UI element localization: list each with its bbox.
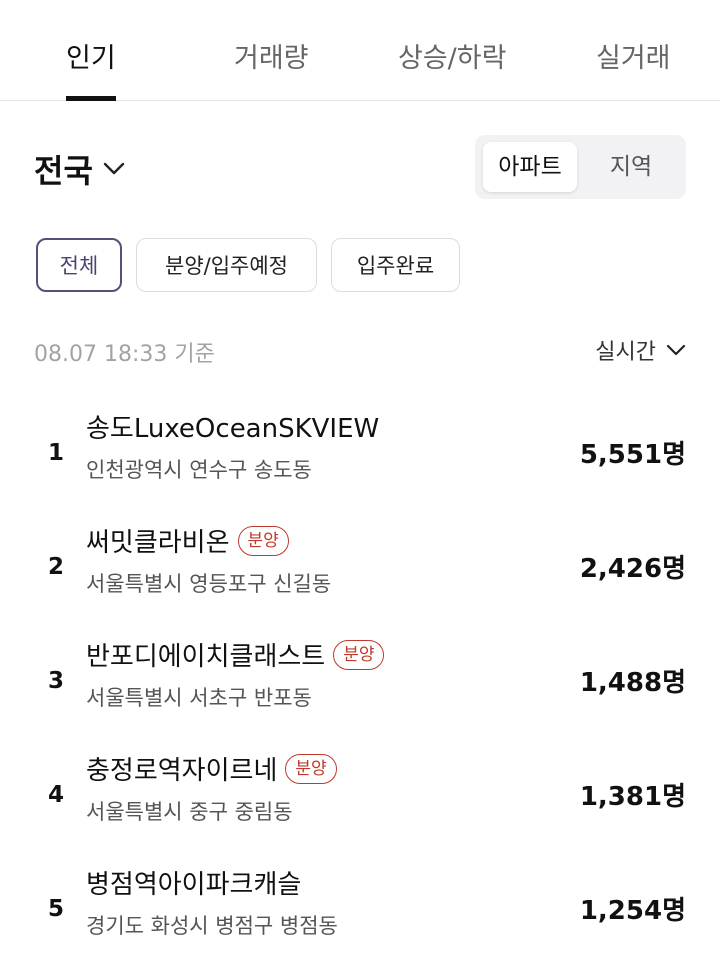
- view-count: 1,488명: [579, 668, 686, 698]
- name-line: 써밋클라비온 분양: [86, 522, 289, 559]
- apartment-name: 충정로역자이르네: [86, 756, 278, 786]
- name-line: 반포디에이치클래스트 분양: [86, 636, 385, 673]
- rank-number: 3: [48, 668, 65, 694]
- top-tab-bar: 인기 거래량 상승/하락 실거래: [0, 0, 720, 101]
- rank-number: 1: [48, 440, 65, 466]
- apartment-address: 서울특별시 중구 중림동: [86, 800, 293, 824]
- filter-presale-upcoming[interactable]: 분양/입주예정: [136, 238, 317, 292]
- presale-badge: 분양: [285, 753, 337, 784]
- apartment-name: 송도LuxeOceanSKVIEW: [86, 414, 380, 444]
- tab-real-transactions[interactable]: 실거래: [596, 36, 671, 75]
- rank-number: 5: [48, 896, 65, 922]
- name-line: 충정로역자이르네 분양: [86, 750, 337, 787]
- rank-number: 4: [48, 782, 65, 808]
- region-selector[interactable]: 전국: [34, 146, 125, 192]
- filter-completed[interactable]: 입주완료: [331, 238, 460, 292]
- apartment-address: 인천광역시 연수구 송도동: [86, 458, 312, 482]
- apartment-name: 병점역아이파크캐슬: [86, 870, 302, 900]
- filter-all[interactable]: 전체: [36, 238, 122, 292]
- apartment-address: 서울특별시 서초구 반포동: [86, 686, 312, 710]
- list-item[interactable]: 3 반포디에이치클래스트 분양 서울특별시 서초구 반포동 1,488명: [0, 636, 720, 748]
- sort-label: 실시간: [595, 340, 656, 365]
- sort-selector[interactable]: 실시간: [595, 334, 686, 366]
- chevron-down-icon: [666, 338, 686, 363]
- view-count: 1,254명: [579, 896, 686, 926]
- tab-volume[interactable]: 거래량: [234, 36, 309, 75]
- apartment-address: 서울특별시 영등포구 신길동: [86, 572, 332, 596]
- apartment-address: 경기도 화성시 병점구 병점동: [86, 914, 338, 938]
- list-item[interactable]: 1 송도LuxeOceanSKVIEW 인천광역시 연수구 송도동 5,551명: [0, 408, 720, 520]
- apartment-name: 반포디에이치클래스트: [86, 642, 326, 672]
- tab-rise-fall[interactable]: 상승/하락: [398, 36, 506, 75]
- tab-popular[interactable]: 인기: [66, 36, 116, 75]
- list-item[interactable]: 5 병점역아이파크캐슬 경기도 화성시 병점구 병점동 1,254명: [0, 864, 720, 976]
- view-count: 1,381명: [579, 782, 686, 812]
- name-line: 병점역아이파크캐슬: [86, 864, 301, 901]
- list-item[interactable]: 2 써밋클라비온 분양 서울특별시 영등포구 신길동 2,426명: [0, 522, 720, 634]
- presale-badge: 분양: [333, 639, 385, 670]
- apartment-name: 써밋클라비온: [86, 528, 230, 558]
- name-line: 송도LuxeOceanSKVIEW: [86, 408, 379, 445]
- chevron-down-icon: [103, 161, 125, 180]
- view-count: 5,551명: [579, 440, 686, 470]
- timestamp: 08.07 18:33 기준: [34, 342, 215, 367]
- segment-apartment[interactable]: 아파트: [483, 142, 577, 192]
- segment-area[interactable]: 지역: [583, 142, 679, 192]
- rank-number: 2: [48, 554, 65, 580]
- list-item[interactable]: 4 충정로역자이르네 분양 서울특별시 중구 중림동 1,381명: [0, 750, 720, 862]
- presale-badge: 분양: [237, 525, 289, 556]
- property-type-toggle: 아파트 지역: [475, 135, 686, 199]
- region-label: 전국: [34, 152, 93, 190]
- view-count: 2,426명: [579, 554, 686, 584]
- active-tab-indicator: [66, 96, 116, 101]
